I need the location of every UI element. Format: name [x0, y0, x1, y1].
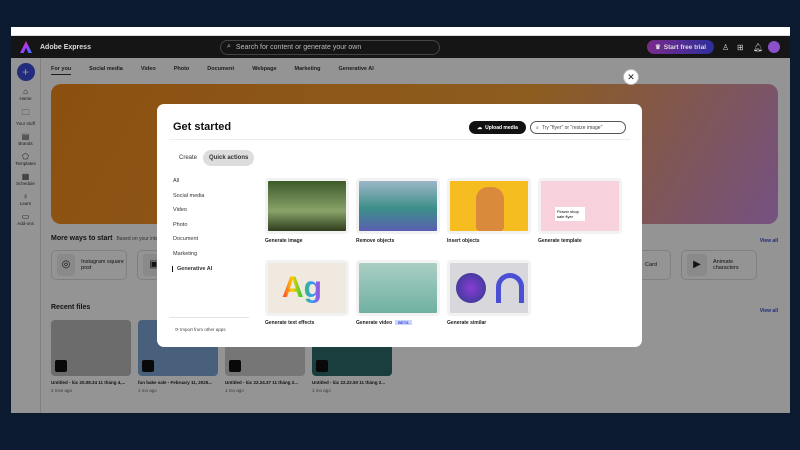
- modal-search-input[interactable]: ⌕ Try "flyer" or "resize image": [530, 121, 626, 134]
- trial-label: Start free trial: [663, 43, 707, 51]
- search-input[interactable]: ⌕ Search for content or generate your own: [220, 39, 440, 55]
- tile-image: [447, 178, 531, 234]
- quick-action-insert-objects[interactable]: Insert objects: [447, 178, 531, 244]
- upload-media-button[interactable]: ☁ Upload media: [469, 121, 526, 134]
- crown-icon: ♛: [654, 44, 661, 51]
- tab-quick-actions[interactable]: Quick actions: [203, 150, 255, 166]
- divider: [169, 317, 249, 318]
- category-social-media[interactable]: Social media: [173, 193, 205, 199]
- tile-image: [447, 260, 531, 316]
- tile-image: Flower shop sale flyer: [538, 178, 622, 234]
- tile-label: Insert objects: [447, 238, 480, 244]
- import-from-other-apps-button[interactable]: ⟳ Import from other apps: [175, 327, 226, 333]
- category-generative-ai[interactable]: Generative AI: [172, 265, 212, 272]
- ag-text-art: Ag: [282, 271, 322, 304]
- category-marketing[interactable]: Marketing: [173, 251, 197, 257]
- tab-create[interactable]: Create: [173, 150, 203, 166]
- tile-label: Generate video: [356, 320, 393, 326]
- tile-image: [356, 260, 440, 316]
- quick-action-generate-text-effects[interactable]: Ag Generate text effects: [265, 260, 349, 326]
- quick-action-generate-image[interactable]: Generate image: [265, 178, 349, 244]
- app-header: Adobe Express ⌕ Search for content or gen…: [11, 36, 790, 58]
- start-free-trial-button[interactable]: ♛ Start free trial: [647, 40, 714, 54]
- modal-search-placeholder: Try "flyer" or "resize image": [541, 124, 603, 131]
- disc-image: [456, 273, 486, 303]
- tile-image: [356, 178, 440, 234]
- tile-label: Remove objects: [356, 238, 395, 244]
- import-label: Import from other apps: [180, 327, 226, 332]
- apps-grid-icon[interactable]: ⊞: [737, 43, 744, 52]
- tile-label: Generate similar: [447, 320, 487, 326]
- beta-badge: BETA: [395, 320, 412, 325]
- category-photo[interactable]: Photo: [173, 222, 187, 228]
- bell-icon[interactable]: 🔔︎: [753, 43, 763, 52]
- template-caption: Flower shop sale flyer: [555, 207, 585, 221]
- category-document[interactable]: Document: [173, 236, 198, 242]
- category-all[interactable]: All: [173, 178, 179, 184]
- divider: [169, 139, 630, 140]
- dog-image: [476, 187, 504, 231]
- tile-label: Generate text effects: [265, 320, 315, 326]
- search-placeholder: Search for content or generate your own: [235, 43, 362, 51]
- adobe-express-logo[interactable]: [20, 41, 32, 53]
- quick-action-generate-similar[interactable]: Generate similar: [447, 260, 531, 326]
- tile-label: Generate template: [538, 238, 582, 244]
- cloud-upload-icon: ☁: [477, 124, 483, 131]
- modal-title: Get started: [173, 121, 232, 133]
- category-video[interactable]: Video: [173, 207, 187, 213]
- search-icon: ⌕: [227, 43, 231, 50]
- search-icon: ⌕: [536, 124, 539, 131]
- tile-image: Ag: [265, 260, 349, 316]
- tile-image: [265, 178, 349, 234]
- browser-bar: [11, 27, 790, 36]
- headphones-image: [496, 273, 524, 303]
- quick-action-generate-template[interactable]: Flower shop sale flyer Generate template: [538, 178, 622, 244]
- tile-label: Generate image: [265, 238, 303, 244]
- quick-action-generate-video[interactable]: Generate video BETA: [356, 260, 440, 326]
- avatar[interactable]: [768, 41, 780, 53]
- get-started-modal: Get started ☁ Upload media ⌕ Try "flyer" o…: [157, 104, 642, 347]
- brand-name: Adobe Express: [40, 43, 91, 51]
- quick-action-remove-objects[interactable]: Remove objects: [356, 178, 440, 244]
- user-icon[interactable]: ♙: [722, 43, 729, 52]
- close-modal-button[interactable]: ✕: [623, 69, 639, 85]
- upload-label: Upload media: [485, 124, 518, 131]
